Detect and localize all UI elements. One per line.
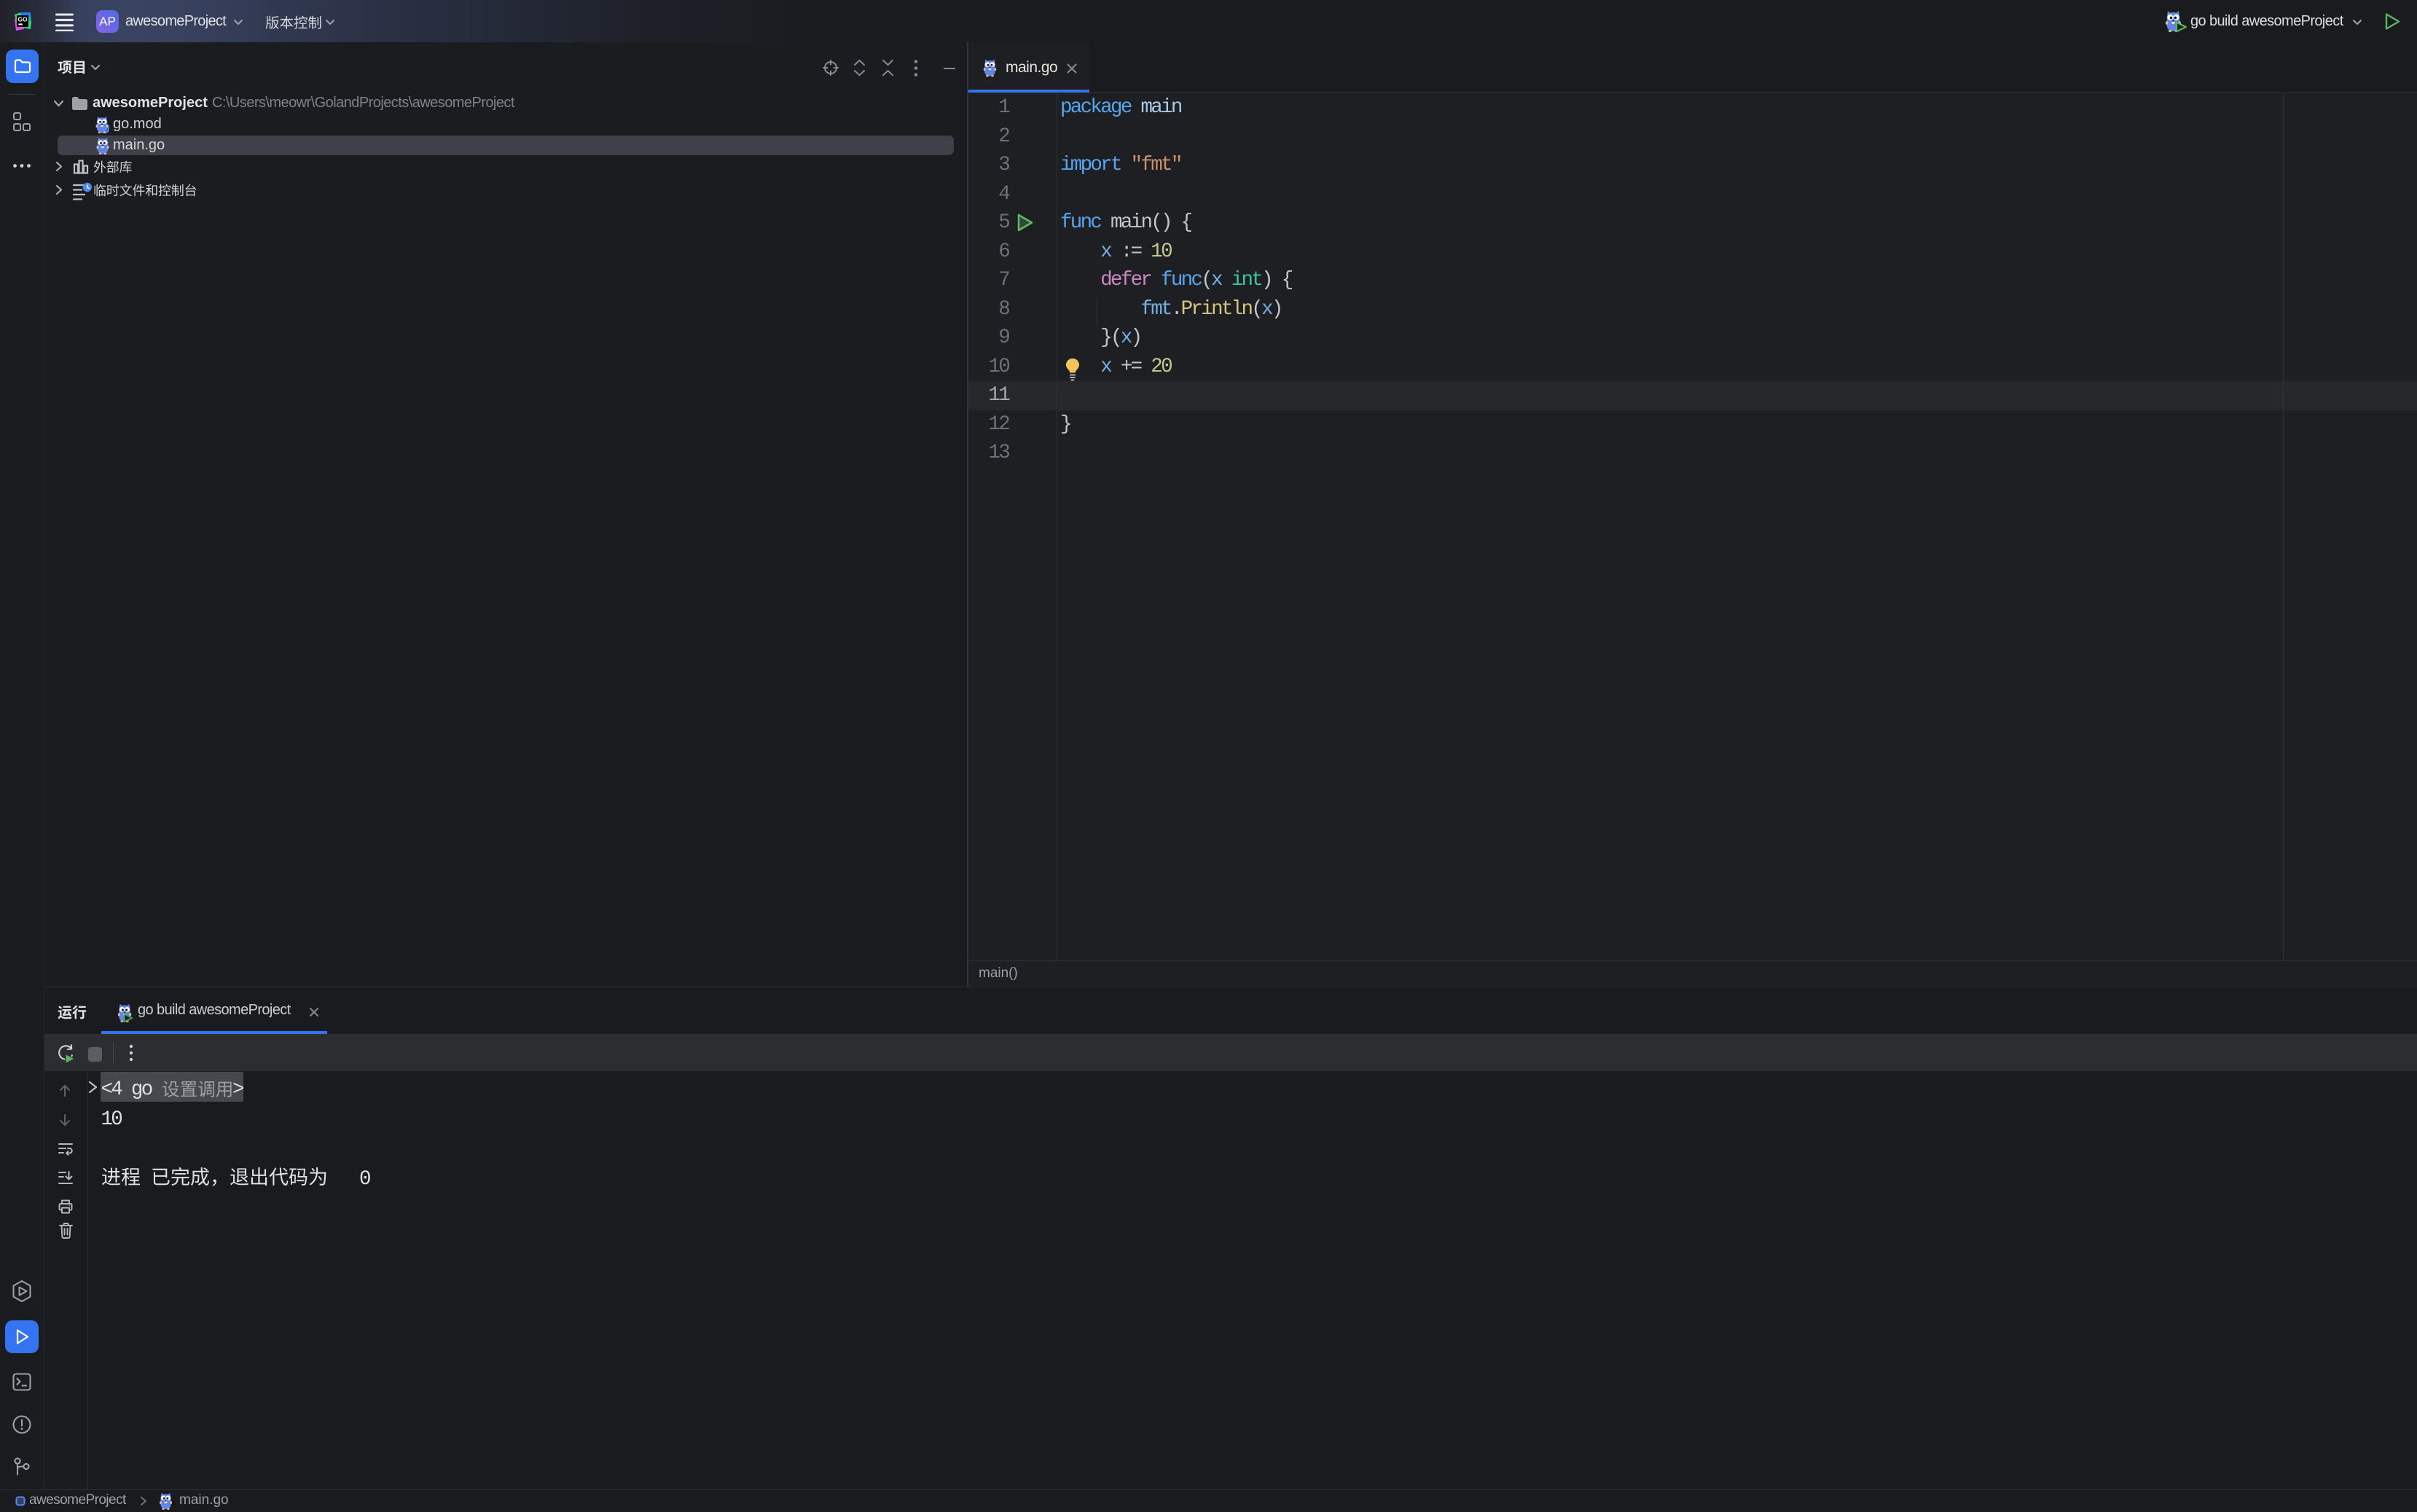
svg-text:GO: GO: [17, 16, 28, 23]
